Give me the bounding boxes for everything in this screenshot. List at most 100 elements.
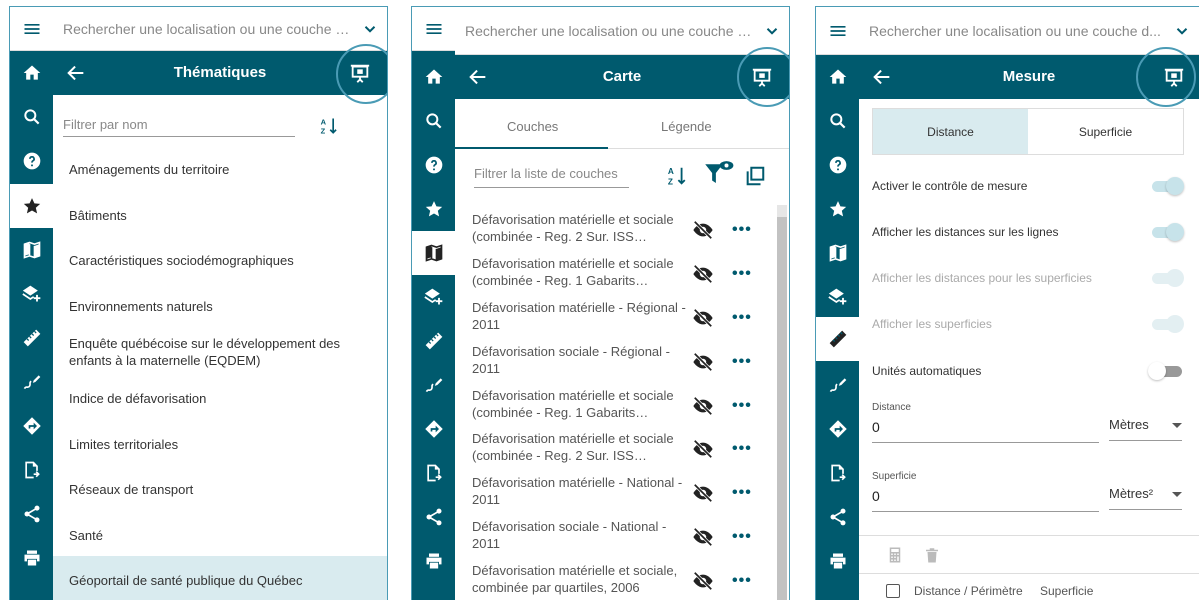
- rail-add-layer-button[interactable]: [10, 272, 53, 316]
- layer-more-button[interactable]: •••: [732, 441, 752, 464]
- rail-help-button[interactable]: [10, 139, 53, 183]
- search-input[interactable]: Rechercher une localisation ou une couch…: [869, 23, 1165, 39]
- rail-search-button[interactable]: [10, 95, 53, 139]
- rail-print-button[interactable]: [10, 536, 53, 580]
- rail-map-button[interactable]: [412, 231, 455, 275]
- rail-add-layer-button[interactable]: [412, 275, 455, 319]
- theme-item[interactable]: Environnements naturels: [53, 298, 387, 315]
- theme-item[interactable]: Réseaux de transport: [53, 481, 387, 498]
- layer-more-button[interactable]: •••: [732, 529, 752, 552]
- segment-distance[interactable]: Distance: [873, 109, 1028, 154]
- layer-more-button[interactable]: •••: [732, 354, 752, 377]
- rail-export-button[interactable]: [816, 451, 859, 495]
- theme-item[interactable]: Aménagements du territoire: [53, 161, 387, 178]
- rail-search-button[interactable]: [816, 99, 859, 143]
- layer-name[interactable]: Défavorisation matérielle - National - 2…: [472, 474, 692, 508]
- layer-more-button[interactable]: •••: [732, 398, 752, 421]
- rail-map-button[interactable]: [816, 231, 859, 275]
- menu-button[interactable]: [816, 7, 859, 55]
- eye-off-icon[interactable]: [692, 395, 714, 417]
- rail-share-button[interactable]: [10, 492, 53, 536]
- select-all-checkbox[interactable]: [886, 584, 900, 598]
- search-expand-button[interactable]: [755, 22, 789, 40]
- sort-az-icon[interactable]: [319, 115, 339, 137]
- rail-map-button[interactable]: [10, 228, 53, 272]
- scrollbar-thumb[interactable]: [777, 217, 787, 600]
- filter-visible-icon[interactable]: [704, 158, 734, 188]
- search-expand-button[interactable]: [353, 20, 387, 38]
- menu-button[interactable]: [412, 7, 455, 51]
- toggle-auto-units[interactable]: [1148, 362, 1186, 380]
- eye-off-icon[interactable]: [692, 438, 714, 460]
- rail-share-button[interactable]: [412, 495, 455, 539]
- area-unit-select[interactable]: Mètres²: [1109, 486, 1182, 510]
- toggle-line-distances[interactable]: [1148, 223, 1186, 241]
- rail-directions-button[interactable]: [816, 407, 859, 451]
- distance-unit-select[interactable]: Mètres: [1109, 417, 1182, 441]
- toggle-show-areas[interactable]: [1148, 315, 1186, 333]
- rail-home-button[interactable]: [10, 51, 53, 95]
- rail-add-layer-button[interactable]: [816, 275, 859, 319]
- rail-draw-button[interactable]: [816, 363, 859, 407]
- layer-more-button[interactable]: •••: [732, 573, 752, 596]
- rail-measure-button[interactable]: [412, 319, 455, 363]
- eye-off-icon[interactable]: [692, 307, 714, 329]
- theme-item[interactable]: Enquête québécoise sur le développement …: [53, 335, 387, 369]
- rail-measure-button[interactable]: [10, 316, 53, 360]
- select-all-icon[interactable]: [744, 165, 766, 187]
- toggle-enable-measure[interactable]: [1148, 177, 1186, 195]
- layer-name[interactable]: Défavorisation sociale - National - 2011: [472, 518, 692, 552]
- theme-item[interactable]: Limites territoriales: [53, 436, 387, 453]
- segment-superficie[interactable]: Superficie: [1028, 109, 1183, 154]
- layer-name[interactable]: Défavorisation sociale - Régional - 2011: [472, 343, 692, 377]
- search-bar[interactable]: Rechercher une localisation ou une couch…: [859, 7, 1199, 55]
- search-input[interactable]: Rechercher une localisation ou une couch…: [63, 21, 353, 37]
- eye-off-icon[interactable]: [692, 526, 714, 548]
- tab-couches[interactable]: Couches: [507, 119, 558, 134]
- rail-thematiques-button[interactable]: [816, 187, 859, 231]
- rail-thematiques-button[interactable]: [10, 184, 53, 228]
- theme-item[interactable]: Caractéristiques sociodémographiques: [53, 252, 387, 269]
- eye-off-icon[interactable]: [692, 263, 714, 285]
- sort-az-icon[interactable]: [666, 165, 688, 187]
- rail-search-button[interactable]: [412, 99, 455, 143]
- layer-scrollbar[interactable]: [777, 205, 787, 600]
- rail-help-button[interactable]: [412, 143, 455, 187]
- eye-off-icon[interactable]: [692, 351, 714, 373]
- layer-name[interactable]: Défavorisation matérielle et sociale, co…: [472, 562, 692, 596]
- rail-home-button[interactable]: [816, 55, 859, 99]
- menu-button[interactable]: [10, 7, 53, 51]
- layer-name[interactable]: Défavorisation matérielle et sociale (co…: [472, 387, 692, 421]
- search-expand-button[interactable]: [1165, 22, 1199, 40]
- layer-name[interactable]: Défavorisation matérielle et sociale (co…: [472, 211, 692, 245]
- rail-print-button[interactable]: [412, 539, 455, 583]
- rail-directions-button[interactable]: [412, 407, 455, 451]
- rail-measure-button[interactable]: [816, 317, 859, 361]
- rail-export-button[interactable]: [412, 451, 455, 495]
- rail-thematiques-button[interactable]: [412, 187, 455, 231]
- eye-off-icon[interactable]: [692, 570, 714, 592]
- search-bar[interactable]: Rechercher une localisation ou une couch…: [455, 7, 789, 55]
- rail-draw-button[interactable]: [412, 363, 455, 407]
- eye-off-icon[interactable]: [692, 219, 714, 241]
- rail-home-button[interactable]: [412, 55, 455, 99]
- theme-item[interactable]: Bâtiments: [53, 207, 387, 224]
- layer-more-button[interactable]: •••: [732, 310, 752, 333]
- toggle-area-distances[interactable]: [1148, 269, 1186, 287]
- theme-filter-input[interactable]: Filtrer par nom: [63, 113, 295, 137]
- rail-export-button[interactable]: [10, 448, 53, 492]
- search-input[interactable]: Rechercher une localisation ou une couch…: [465, 23, 755, 39]
- layer-filter-input[interactable]: Filtrer la liste de couches: [474, 166, 629, 188]
- theme-item[interactable]: Indice de défavorisation: [53, 390, 387, 407]
- layer-name[interactable]: Défavorisation matérielle - Régional - 2…: [472, 299, 692, 333]
- distance-field[interactable]: 0: [872, 419, 1099, 443]
- calculator-icon[interactable]: [886, 545, 904, 565]
- rail-directions-button[interactable]: [10, 404, 53, 448]
- rail-print-button[interactable]: [816, 539, 859, 583]
- layer-name[interactable]: Défavorisation matérielle et sociale (co…: [472, 430, 692, 464]
- layer-name[interactable]: Défavorisation matérielle et sociale (co…: [472, 255, 692, 289]
- eye-off-icon[interactable]: [692, 482, 714, 504]
- trash-icon[interactable]: [923, 545, 941, 565]
- theme-item[interactable]: Santé: [53, 527, 387, 544]
- tab-legende[interactable]: Légende: [661, 119, 712, 134]
